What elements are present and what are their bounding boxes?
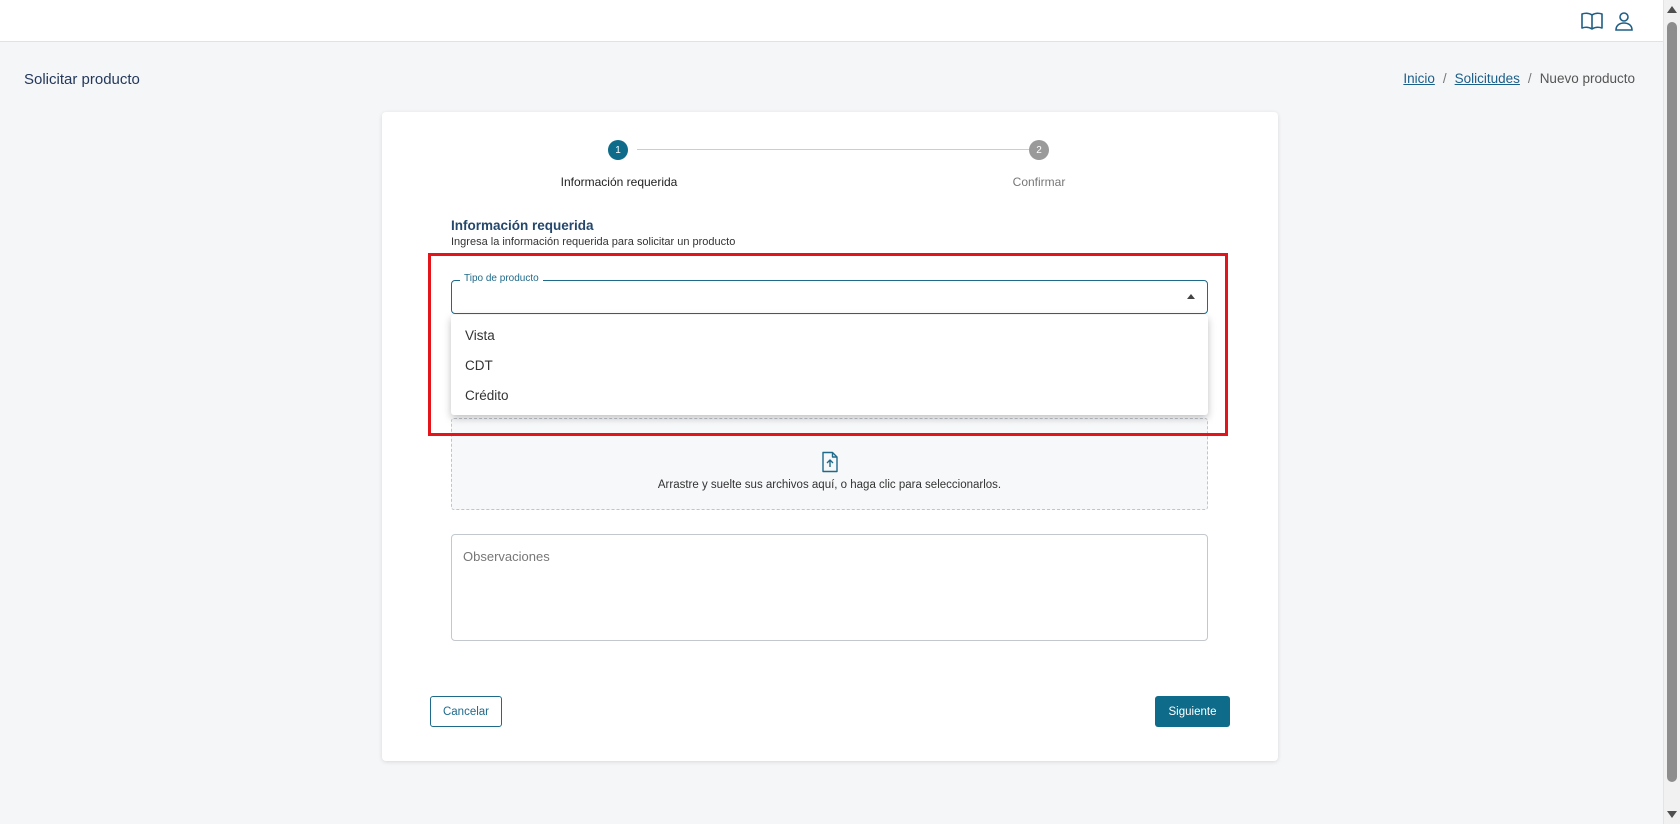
product-type-dropdown: Vista CDT Crédito — [451, 315, 1208, 415]
option-vista[interactable]: Vista — [451, 321, 1208, 351]
product-type-label: Tipo de producto — [460, 273, 543, 284]
request-form-card: 1 2 Información requerida Confirmar Info… — [382, 112, 1278, 761]
next-button[interactable]: Siguiente — [1155, 696, 1230, 727]
product-type-select[interactable]: Tipo de producto — [451, 273, 1208, 314]
observations-textarea[interactable] — [451, 534, 1208, 641]
breadcrumb-separator: / — [1442, 71, 1447, 86]
step-2-indicator: 2 — [1029, 140, 1049, 160]
file-upload-dropzone[interactable]: Arrastre y suelte sus archivos aquí, o h… — [451, 418, 1208, 510]
file-upload-icon — [822, 451, 838, 473]
page-title: Solicitar producto — [24, 71, 140, 88]
breadcrumb: Inicio / Solicitudes / Nuevo producto — [1403, 71, 1635, 86]
breadcrumb-current: Nuevo producto — [1539, 71, 1635, 86]
book-icon[interactable] — [1579, 8, 1605, 34]
step-1-indicator: 1 — [608, 140, 628, 160]
breadcrumb-inicio[interactable]: Inicio — [1403, 71, 1435, 86]
section-title: Información requerida — [451, 218, 594, 233]
option-cdt[interactable]: CDT — [451, 351, 1208, 381]
step-2-label: Confirmar — [1012, 175, 1066, 189]
upload-instructions: Arrastre y suelte sus archivos aquí, o h… — [657, 479, 1002, 491]
scroll-thumb[interactable] — [1667, 22, 1677, 782]
scroll-up-arrow[interactable] — [1667, 6, 1677, 13]
caret-up-icon[interactable] — [1187, 294, 1195, 299]
page-scrollbar[interactable] — [1663, 0, 1680, 824]
section-subtitle: Ingresa la información requerida para so… — [451, 236, 736, 248]
breadcrumb-separator: / — [1527, 71, 1532, 86]
cancel-button[interactable]: Cancelar — [430, 696, 502, 727]
breadcrumb-solicitudes[interactable]: Solicitudes — [1455, 71, 1520, 86]
user-icon[interactable] — [1611, 8, 1637, 34]
top-bar — [0, 0, 1663, 42]
stepper-connector — [637, 149, 1029, 150]
option-credito[interactable]: Crédito — [451, 381, 1208, 411]
scroll-down-arrow[interactable] — [1667, 811, 1677, 818]
step-1-label: Información requerida — [560, 175, 678, 189]
